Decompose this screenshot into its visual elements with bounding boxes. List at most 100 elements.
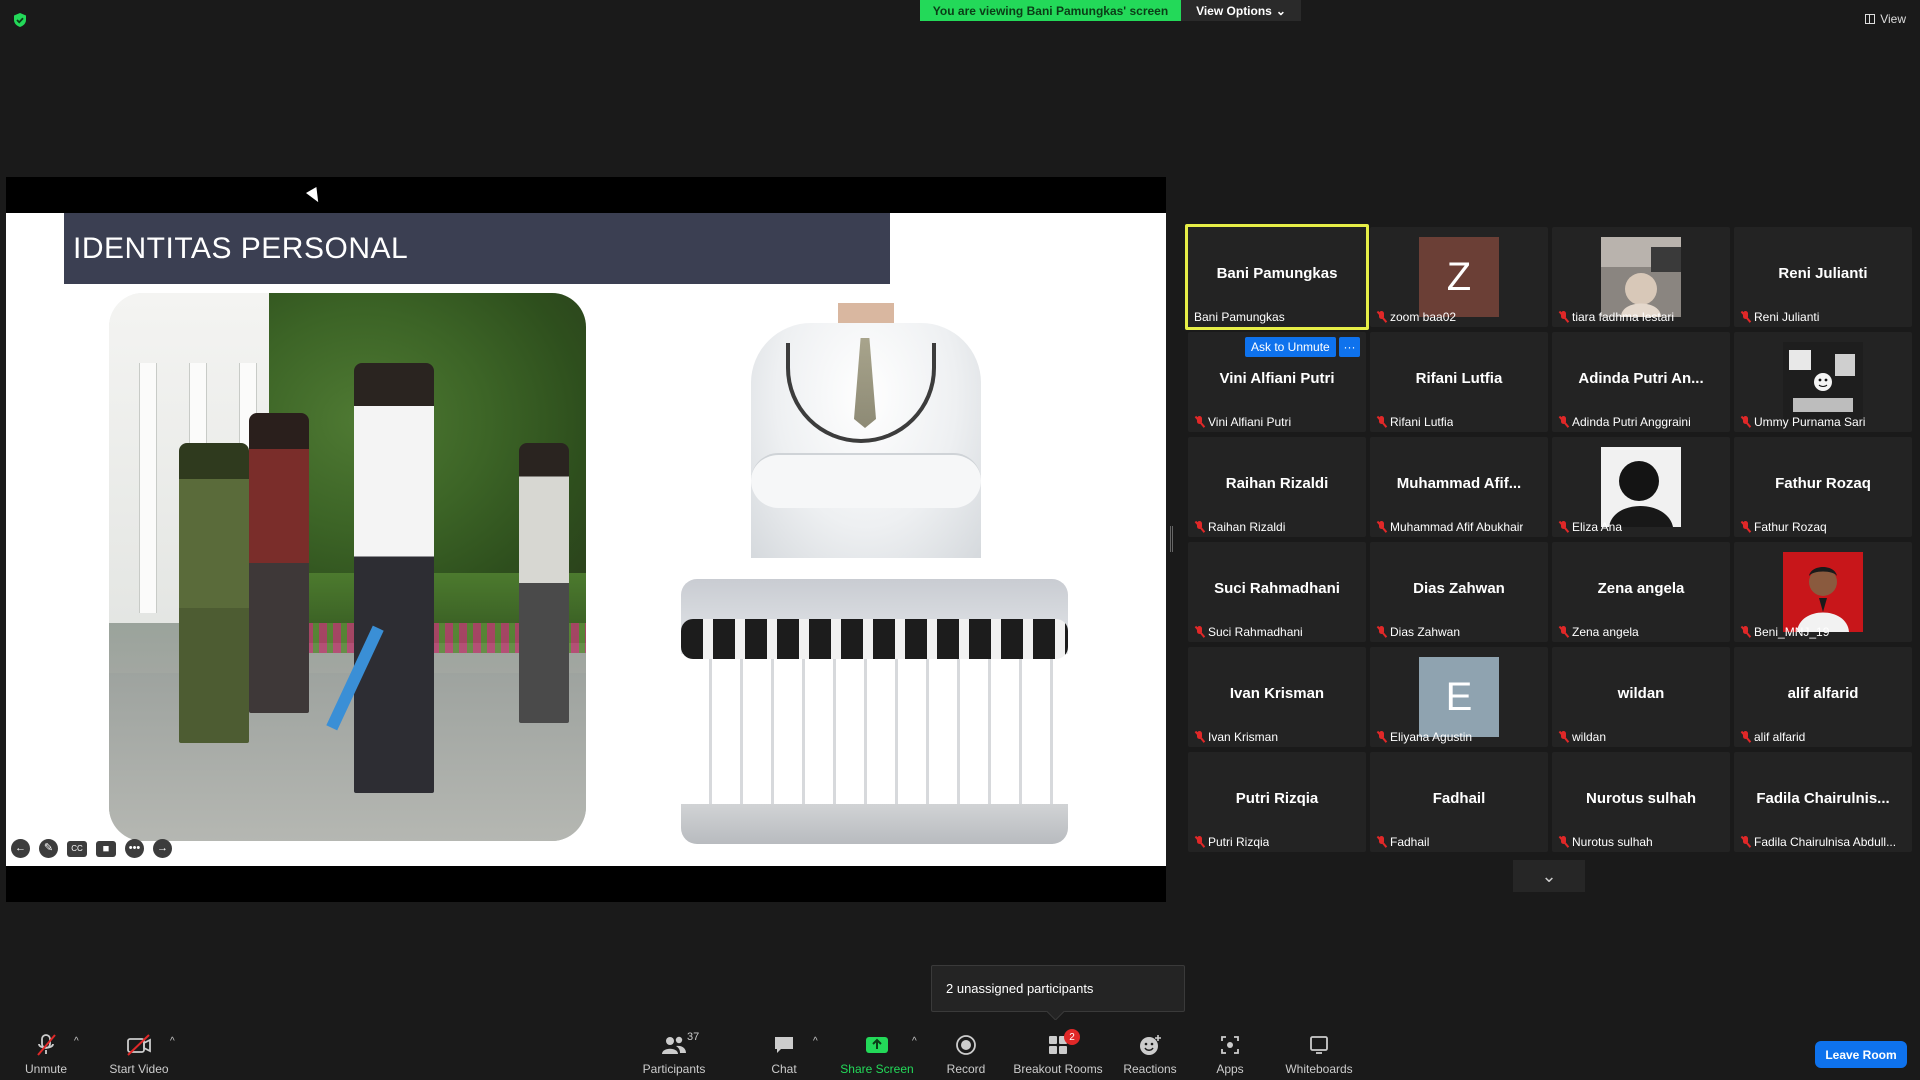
participant-name: Beni_MNJ_19 — [1754, 625, 1830, 639]
breakout-rooms-button[interactable]: 2 Breakout Rooms — [1013, 1020, 1103, 1080]
whiteboards-button[interactable]: Whiteboards — [1282, 1020, 1356, 1080]
participant-tile[interactable]: Fathur Rozaq Fathur Rozaq — [1734, 437, 1912, 537]
participant-tile[interactable]: Ivan Krisman Ivan Krisman — [1188, 647, 1366, 747]
microphone-muted-icon — [1376, 416, 1387, 428]
participant-tile[interactable]: Fadhail Fadhail — [1370, 752, 1548, 852]
forward-arrow-icon[interactable]: → — [153, 839, 172, 858]
video-off-icon — [127, 1034, 151, 1056]
participant-tile[interactable]: Rifani Lutfia Rifani Lutfia — [1370, 332, 1548, 432]
audio-options-caret-icon[interactable]: ^ — [74, 1036, 79, 1047]
participant-display-name: Raihan Rizaldi — [1225, 475, 1329, 492]
reactions-button[interactable]: Reactions — [1122, 1020, 1178, 1080]
participant-tile[interactable]: E Eliyana Agustin — [1370, 647, 1548, 747]
microphone-muted-icon — [1194, 521, 1205, 533]
microphone-muted-icon — [1740, 521, 1751, 533]
participant-name-label: Vini Alfiani Putri — [1194, 415, 1291, 429]
participant-tile[interactable]: Nurotus sulhah Nurotus sulhah — [1552, 752, 1730, 852]
participant-name: Rifani Lutfia — [1390, 415, 1454, 429]
more-icon[interactable]: ••• — [125, 839, 144, 858]
participant-tile[interactable]: Suci Rahmadhani Suci Rahmadhani — [1188, 542, 1366, 642]
unassigned-participants-tooltip[interactable]: 2 unassigned participants — [931, 965, 1185, 1012]
view-options-label: View Options — [1196, 3, 1272, 18]
participant-tile[interactable]: alif alfarid alif alfarid — [1734, 647, 1912, 747]
participant-tile[interactable]: Muhammad Afif... Muhammad Afif Abukhair — [1370, 437, 1548, 537]
more-options-label: ··· — [1343, 340, 1356, 354]
participant-tile[interactable]: Putri Rizqia Putri Rizqia — [1188, 752, 1366, 852]
chat-options-caret-icon[interactable]: ^ — [813, 1036, 818, 1047]
leave-room-button[interactable]: Leave Room — [1815, 1041, 1907, 1068]
participant-display-name: Nurotus sulhah — [1585, 790, 1696, 807]
slide-title-bar: IDENTITAS PERSONAL — [64, 213, 890, 284]
participant-tile[interactable]: wildan wildan — [1552, 647, 1730, 747]
ask-to-unmute-button[interactable]: Ask to Unmute — [1245, 337, 1336, 357]
participant-name-label: Fadhail — [1376, 835, 1429, 849]
participant-name: wildan — [1572, 730, 1607, 744]
meeting-window: You are viewing Bani Pamungkas' screen V… — [0, 0, 1920, 1080]
participant-name: Eliza Ana — [1572, 520, 1623, 534]
participants-button[interactable]: 37 Participants — [640, 1020, 708, 1080]
participant-display-name: Fadhail — [1432, 790, 1486, 807]
participant-name-label: Beni_MNJ_19 — [1740, 625, 1829, 639]
chat-label: Chat — [771, 1062, 797, 1076]
share-screen-button[interactable]: Share Screen — [840, 1020, 914, 1080]
participant-tile[interactable]: Bani Pamungkas Bani Pamungkas — [1185, 224, 1369, 330]
participant-photo — [1783, 552, 1863, 632]
participant-tile[interactable]: Adinda Putri An... Adinda Putri Anggraini — [1552, 332, 1730, 432]
officials-walking-photo — [109, 293, 586, 841]
participant-name: Reni Julianti — [1754, 310, 1820, 324]
slide-controls: ← ✎ CC ■ ••• → — [11, 839, 172, 858]
participant-tile[interactable]: Eliza Ana — [1552, 437, 1730, 537]
participant-name: zoom baa02 — [1390, 310, 1457, 324]
participant-name: Putri Rizqia — [1208, 835, 1270, 849]
participant-name-label: Suci Rahmadhani — [1194, 625, 1303, 639]
participant-tile[interactable]: Zzoom baa02 — [1370, 227, 1548, 327]
participant-tile[interactable]: Raihan Rizaldi Raihan Rizaldi — [1188, 437, 1366, 537]
back-arrow-icon[interactable]: ← — [11, 839, 30, 858]
gallery-next-page-button[interactable]: ⌄ — [1513, 860, 1585, 892]
participant-display-name: Adinda Putri An... — [1578, 370, 1704, 387]
participants-icon — [662, 1036, 686, 1054]
unassigned-participants-text: 2 unassigned participants — [946, 981, 1094, 996]
view-options-button[interactable]: View Options ⌄ — [1181, 0, 1301, 21]
microphone-muted-icon — [1194, 731, 1205, 743]
pen-icon[interactable]: ✎ — [39, 839, 58, 858]
participant-display-name: Rifani Lutfia — [1415, 370, 1503, 387]
apps-label: Apps — [1216, 1062, 1244, 1076]
reactions-label: Reactions — [1123, 1062, 1177, 1076]
participant-tile[interactable]: Beni_MNJ_19 — [1734, 542, 1912, 642]
participant-name: Fadhail — [1390, 835, 1430, 849]
participant-display-name: alif alfarid — [1787, 685, 1859, 702]
microphone-muted-icon — [1376, 836, 1387, 848]
start-video-button[interactable]: Start Video — [104, 1020, 174, 1080]
participant-name: Ivan Krisman — [1208, 730, 1279, 744]
shield-check-icon[interactable] — [12, 12, 28, 28]
participant-name: Fathur Rozaq — [1754, 520, 1827, 534]
participant-tile[interactable]: Zena angela Zena angela — [1552, 542, 1730, 642]
resize-splitter[interactable] — [1170, 526, 1173, 552]
cc-icon[interactable]: CC — [67, 841, 87, 857]
record-button[interactable]: Record — [944, 1020, 988, 1080]
apps-button[interactable]: Apps — [1214, 1020, 1246, 1080]
unmute-button[interactable]: Unmute — [20, 1020, 72, 1080]
participant-tile[interactable]: Dias Zahwan Dias Zahwan — [1370, 542, 1548, 642]
participant-tile[interactable]: Ummy Purnama Sari — [1734, 332, 1912, 432]
participant-tile[interactable]: tiara fadhma lestari — [1552, 227, 1730, 327]
unmute-label: Unmute — [24, 1062, 68, 1076]
participant-tile[interactable]: Fadila Chairulnis... Fadila Chairulnisa A… — [1734, 752, 1912, 852]
share-options-caret-icon[interactable]: ^ — [912, 1036, 917, 1047]
microphone-muted-icon — [1558, 416, 1569, 428]
video-off-icon[interactable]: ■ — [96, 841, 116, 857]
view-button[interactable]: View — [1865, 12, 1906, 26]
person-soldier — [179, 443, 249, 743]
participant-name-label: Bani Pamungkas — [1194, 310, 1285, 324]
chat-icon — [775, 1037, 793, 1053]
person-white-shirt — [354, 363, 434, 793]
participant-name: tiara fadhma lestari — [1572, 310, 1675, 324]
participant-name-label: Ummy Purnama Sari — [1740, 415, 1865, 429]
presentation-slide: IDENTITAS PERSONAL ← ✎ CC ■ ••• → — [6, 213, 1166, 866]
participant-tile[interactable]: Reni Julianti Reni Julianti — [1734, 227, 1912, 327]
participant-name-label: alif alfarid — [1740, 730, 1805, 744]
more-options-button[interactable]: ··· — [1339, 337, 1360, 357]
video-options-caret-icon[interactable]: ^ — [170, 1036, 175, 1047]
chat-button[interactable]: Chat — [766, 1020, 802, 1080]
